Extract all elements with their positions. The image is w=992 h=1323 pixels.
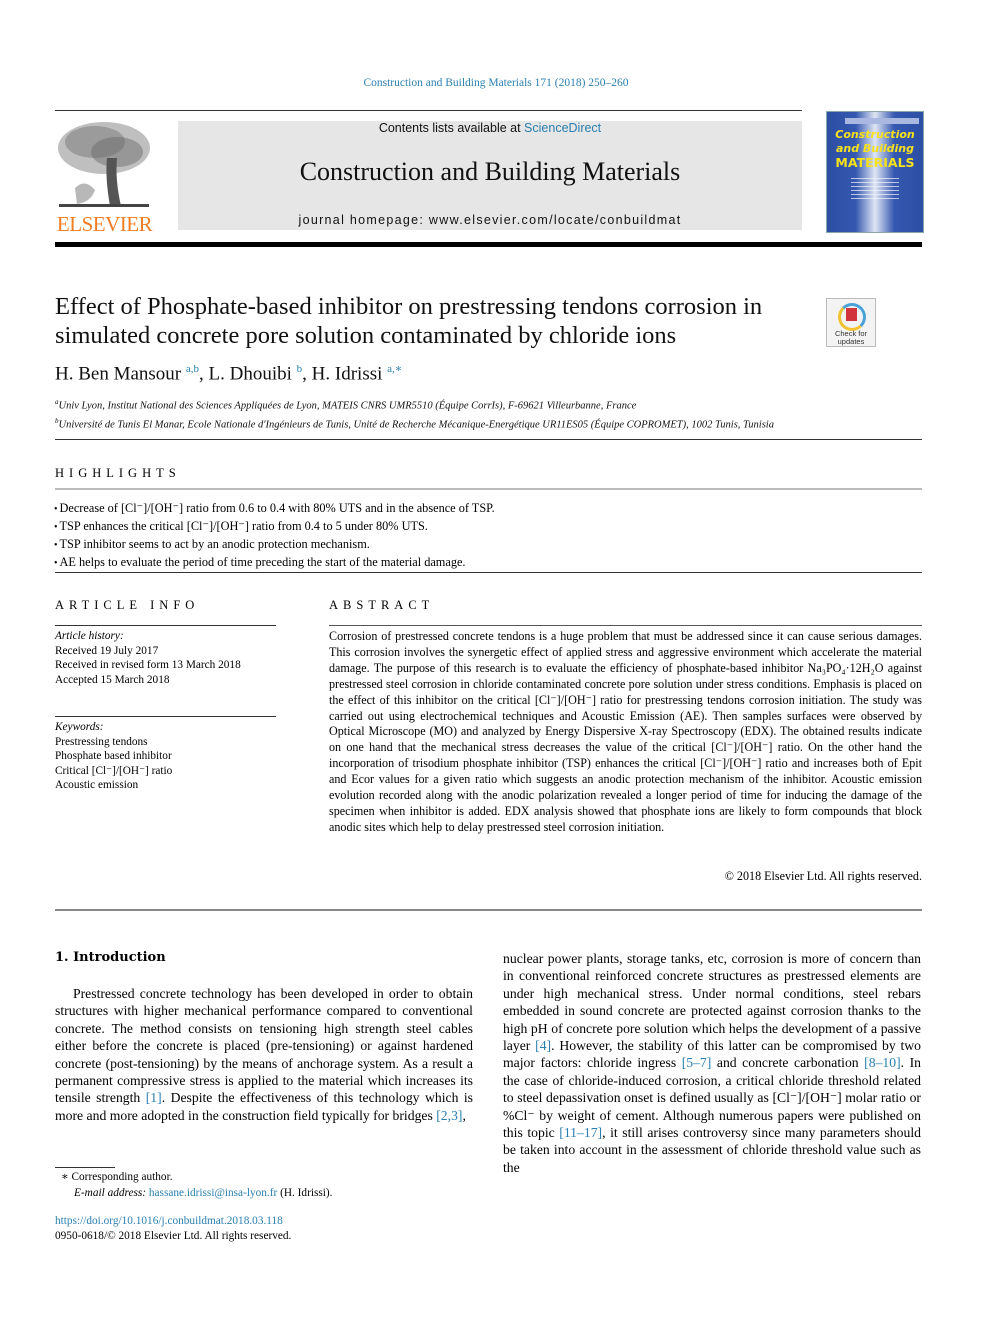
author-list: H. Ben Mansour a,b, L. Dhouibi b, H. Idr… bbox=[55, 363, 403, 385]
section-rule bbox=[55, 488, 922, 490]
footnotes: ∗ Corresponding author. E-mail address: … bbox=[55, 1170, 333, 1201]
keywords-label: Keywords: bbox=[55, 721, 104, 733]
crossmark-label-line: updates bbox=[837, 337, 865, 346]
keyword-item: Acoustic emission bbox=[55, 779, 139, 791]
section-rule bbox=[55, 439, 922, 440]
elsevier-logo[interactable]: ELSEVIER bbox=[53, 118, 156, 236]
history-item: Accepted 15 March 2018 bbox=[55, 673, 170, 686]
header-thick-rule bbox=[55, 242, 922, 247]
section-rule bbox=[55, 716, 276, 717]
email-note: E-mail address: hassane.idrissi@insa-lyo… bbox=[55, 1186, 333, 1202]
sciencedirect-link[interactable]: ScienceDirect bbox=[524, 121, 601, 135]
body-text: , bbox=[462, 1107, 466, 1123]
citation-link[interactable]: [11–17] bbox=[559, 1125, 602, 1140]
journal-homepage-link[interactable]: journal homepage: www.elsevier.com/locat… bbox=[178, 213, 802, 227]
history-label: Article history: bbox=[55, 630, 124, 642]
affiliation-item: aUniv Lyon, Institut National des Scienc… bbox=[55, 395, 774, 414]
article-history: Article history: Received 19 July 2017 R… bbox=[55, 629, 241, 687]
author-affiliation-marker[interactable]: b bbox=[297, 363, 303, 375]
history-item: Received in revised form 13 March 2018 bbox=[55, 659, 241, 671]
abstract-copyright: © 2018 Elsevier Ltd. All rights reserved… bbox=[724, 869, 922, 883]
citation-link[interactable]: [4] bbox=[535, 1038, 551, 1053]
affiliation-text: Université de Tunis El Manar, Ecole Nati… bbox=[58, 419, 774, 430]
email-link[interactable]: hassane.idrissi@insa-lyon.fr bbox=[149, 1187, 277, 1199]
cover-subtitle-decoration bbox=[851, 178, 899, 202]
cover-band bbox=[845, 118, 919, 124]
highlight-item: TSP inhibitor seems to act by an anodic … bbox=[54, 536, 495, 554]
section-heading-introduction: 1. Introduction bbox=[55, 950, 166, 965]
cover-title-line: MATERIALS bbox=[835, 155, 915, 170]
issn-copyright: 0950-0618/© 2018 Elsevier Ltd. All right… bbox=[55, 1230, 292, 1242]
highlight-item: Decrease of [Cl⁻]/[OH⁻] ratio from 0.6 t… bbox=[54, 500, 495, 518]
highlights-heading: HIGHLIGHTS bbox=[55, 466, 181, 480]
history-item: Received 19 July 2017 bbox=[55, 644, 159, 657]
contents-prefix: Contents lists available at bbox=[378, 121, 525, 135]
author-name[interactable]: H. Idrissi bbox=[312, 363, 383, 384]
contents-line: Contents lists available at ScienceDirec… bbox=[178, 121, 802, 135]
author-name[interactable]: H. Ben Mansour bbox=[55, 363, 181, 384]
corresponding-author-note: ∗ Corresponding author. bbox=[61, 1171, 173, 1183]
highlight-item: AE helps to evaluate the period of time … bbox=[54, 554, 495, 572]
citation-link[interactable]: [5–7] bbox=[682, 1055, 712, 1070]
section-rule bbox=[329, 625, 922, 626]
highlights-list: Decrease of [Cl⁻]/[OH⁻] ratio from 0.6 t… bbox=[54, 500, 495, 572]
affiliations: aUniv Lyon, Institut National des Scienc… bbox=[55, 395, 774, 432]
author-affiliation-marker[interactable]: a,b bbox=[186, 363, 199, 375]
author-affiliation-marker[interactable]: a,∗ bbox=[387, 363, 402, 375]
elsevier-tree-icon bbox=[55, 118, 153, 212]
citation-link[interactable]: [8–10] bbox=[864, 1055, 901, 1070]
highlight-item: TSP enhances the critical [Cl⁻]/[OH⁻] ra… bbox=[54, 518, 495, 536]
doi-block: https://doi.org/10.1016/j.conbuildmat.20… bbox=[55, 1214, 291, 1244]
cover-title-line: and Building bbox=[835, 142, 915, 155]
article-title: Effect of Phosphate-based inhibitor on p… bbox=[55, 293, 763, 349]
check-for-updates-button[interactable]: Check for updates bbox=[826, 298, 876, 347]
author-name[interactable]: L. Dhouibi bbox=[209, 363, 292, 384]
abstract-heading: ABSTRACT bbox=[329, 598, 435, 612]
elsevier-wordmark: ELSEVIER bbox=[56, 212, 153, 236]
journal-cover-image[interactable]: Construction and Building MATERIALS bbox=[826, 111, 924, 233]
abstract-text: Corrosion of prestressed concrete tendon… bbox=[329, 629, 922, 834]
email-suffix: (H. Idrissi). bbox=[277, 1186, 333, 1199]
crossmark-label: Check for updates bbox=[827, 330, 875, 346]
footnote-rule bbox=[55, 1167, 115, 1168]
cover-title: Construction and Building MATERIALS bbox=[827, 128, 923, 170]
journal-citation-link[interactable]: Construction and Building Materials 171 … bbox=[0, 77, 992, 89]
citation-link[interactable]: [2,3] bbox=[436, 1108, 462, 1123]
keyword-item: Critical [Cl⁻]/[OH⁻] ratio bbox=[55, 764, 173, 777]
body-text: Prestressed concrete technology has been… bbox=[55, 986, 473, 1106]
section-rule bbox=[55, 909, 922, 911]
affiliation-text: Univ Lyon, Institut National des Science… bbox=[58, 400, 637, 412]
journal-name: Construction and Building Materials bbox=[299, 157, 681, 186]
keywords: Keywords: Prestressing tendons Phosphate… bbox=[55, 720, 172, 793]
body-column-left: Prestressed concrete technology has been… bbox=[55, 985, 473, 1124]
affiliation-item: bUniversité de Tunis El Manar, Ecole Nat… bbox=[55, 414, 774, 433]
body-text: and concrete carbonation bbox=[711, 1055, 865, 1071]
header-rule bbox=[55, 110, 802, 111]
body-column-right: nuclear power plants, storage tanks, etc… bbox=[503, 950, 921, 1176]
article-info-heading: ARTICLE INFO bbox=[55, 598, 200, 612]
keyword-item: Prestressing tendons bbox=[55, 735, 148, 748]
crossmark-flag-icon bbox=[846, 308, 857, 321]
email-label: E-mail address: bbox=[74, 1186, 149, 1199]
section-rule bbox=[55, 572, 922, 573]
citation-link[interactable]: [1] bbox=[146, 1090, 162, 1105]
cover-title-line: Construction bbox=[835, 128, 915, 141]
keyword-item: Phosphate based inhibitor bbox=[55, 750, 172, 762]
doi-link[interactable]: https://doi.org/10.1016/j.conbuildmat.20… bbox=[55, 1214, 291, 1229]
journal-banner: Contents lists available at ScienceDirec… bbox=[178, 121, 802, 230]
section-rule bbox=[55, 625, 276, 626]
